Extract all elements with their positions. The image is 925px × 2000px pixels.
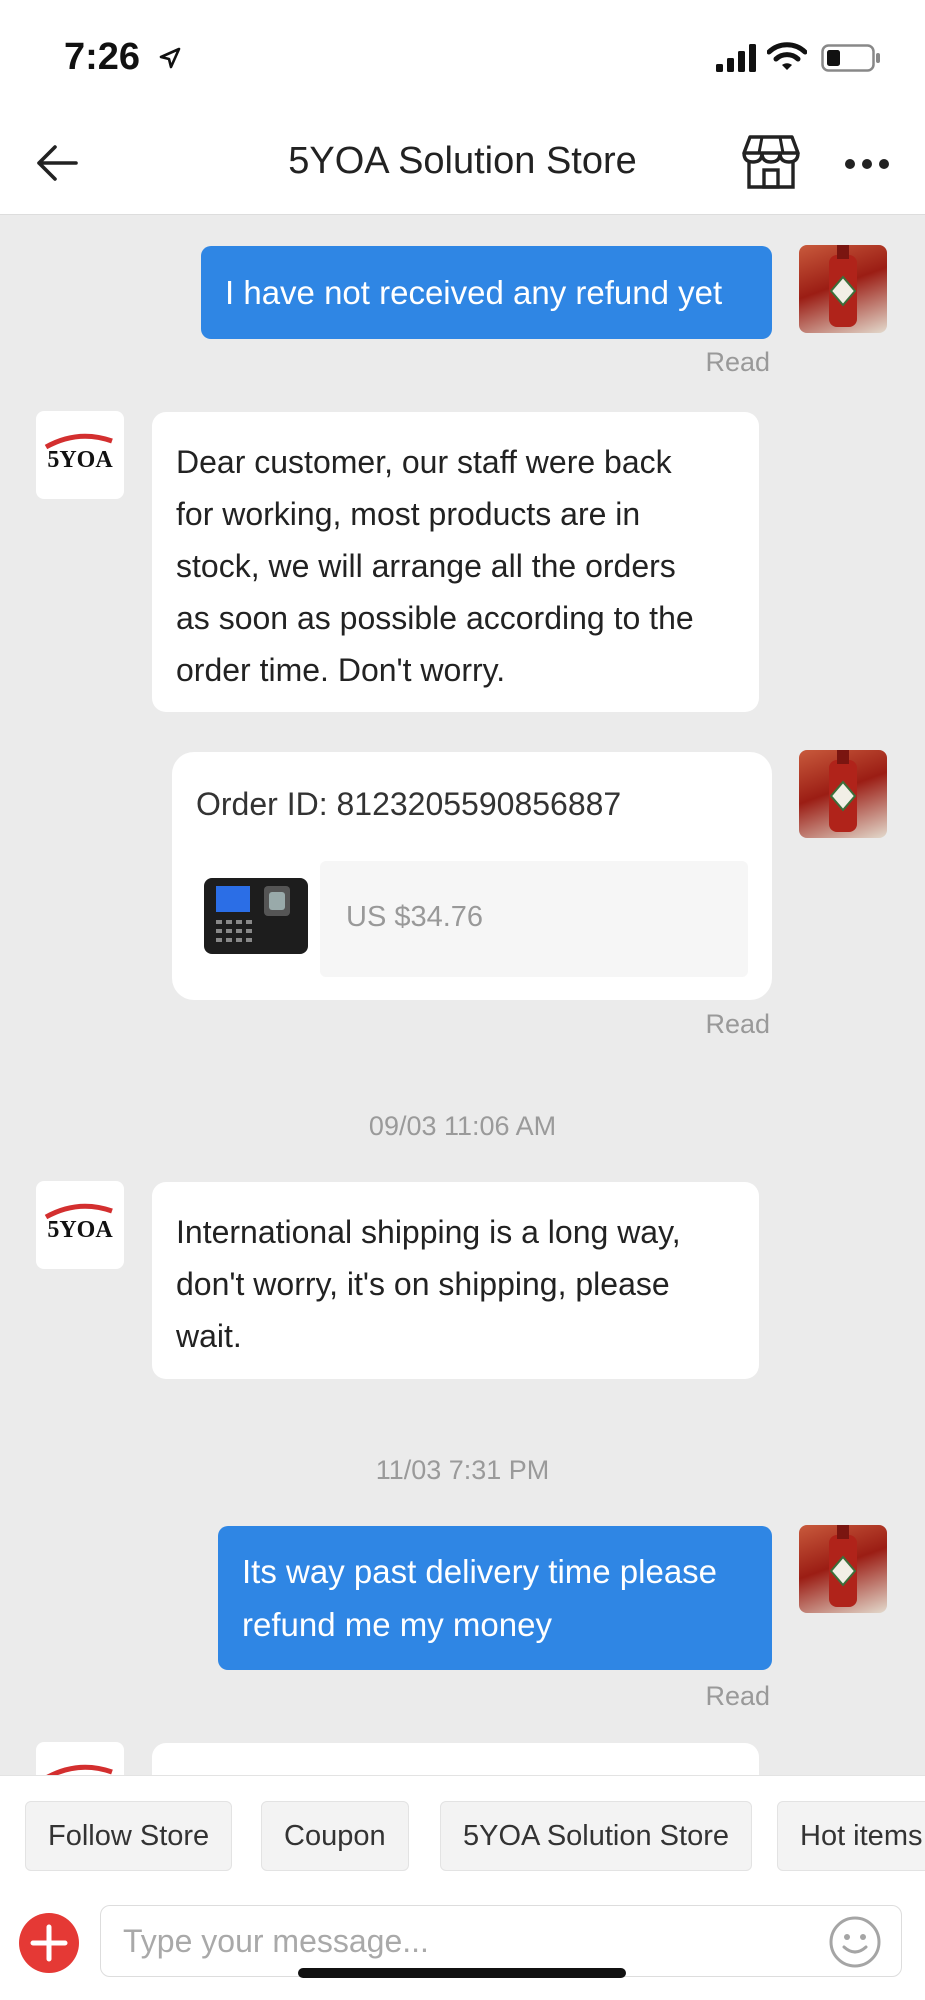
status-time: 7:26 xyxy=(64,36,141,78)
store-name-button[interactable]: 5YOA Solution Store xyxy=(440,1801,752,1871)
fingerprint-device-image xyxy=(204,878,308,954)
hot-items-button[interactable]: Hot items xyxy=(777,1801,925,1871)
message-line: stock, we will arrange all the orders xyxy=(176,548,676,584)
message-bubble-outgoing[interactable]: I have not received any refund yet xyxy=(201,246,772,339)
store-avatar[interactable]: 5YOA xyxy=(36,1181,124,1269)
order-price-box: US $34.76 xyxy=(320,861,748,977)
message-bubble-incoming[interactable] xyxy=(152,1743,759,1775)
store-logo: 5YOA xyxy=(44,433,113,473)
message-bubble-outgoing[interactable]: Its way past delivery time please refund… xyxy=(218,1526,772,1670)
store-logo xyxy=(46,1764,113,1775)
signal-icon xyxy=(716,44,756,72)
store-avatar[interactable]: 5YOA xyxy=(36,411,124,499)
store-icon[interactable] xyxy=(742,134,800,190)
message-line: order time. Don't worry. xyxy=(176,652,506,688)
home-indicator xyxy=(298,1968,626,1978)
sauce-bottle-image xyxy=(829,245,857,327)
read-receipt: Read xyxy=(705,1681,770,1711)
read-receipt: Read xyxy=(705,1009,770,1039)
message-input[interactable] xyxy=(100,1905,902,1977)
product-thumbnail[interactable] xyxy=(200,872,312,960)
timestamp: 09/03 11:06 AM xyxy=(368,1111,557,1141)
follow-store-button[interactable]: Follow Store xyxy=(25,1801,233,1871)
chat-header: 5YOA Solution Store xyxy=(0,110,925,215)
user-avatar[interactable] xyxy=(799,245,887,333)
svg-text:5YOA: 5YOA xyxy=(47,447,113,473)
chat-messages[interactable]: I have not received any refund yet Read … xyxy=(0,215,925,1775)
message-line: Its way past delivery time please xyxy=(242,1553,718,1590)
location-arrow-icon xyxy=(159,47,181,69)
message-line: Dear customer, our staff were back xyxy=(176,444,672,480)
store-avatar[interactable] xyxy=(36,1742,124,1775)
message-line: for working, most products are in xyxy=(176,496,641,532)
read-receipt: Read xyxy=(705,347,770,377)
message-bubble-incoming[interactable]: Dear customer, our staff were back for w… xyxy=(152,412,759,712)
store-logo: 5YOA xyxy=(44,1203,113,1243)
coupon-button[interactable]: Coupon xyxy=(261,1801,409,1871)
message-line: refund me my money xyxy=(242,1606,552,1643)
battery-icon xyxy=(821,44,880,72)
message-bubble-incoming[interactable]: International shipping is a long way, do… xyxy=(152,1182,759,1379)
user-avatar[interactable] xyxy=(799,1525,887,1613)
sauce-bottle-image xyxy=(829,1525,857,1607)
status-bar: 7:26 xyxy=(0,0,925,110)
message-line: as soon as possible according to the xyxy=(176,600,694,636)
wifi-icon xyxy=(767,42,807,70)
message-text: I have not received any refund yet xyxy=(225,274,723,311)
emoji-icon[interactable] xyxy=(828,1915,882,1969)
order-price: US $34.76 xyxy=(346,901,484,933)
message-composer xyxy=(0,1890,925,2000)
message-line: wait. xyxy=(176,1318,242,1354)
quick-actions-bar: Follow Store Coupon 5YOA Solution Store … xyxy=(0,1775,925,1891)
user-avatar[interactable] xyxy=(799,750,887,838)
sauce-bottle-image xyxy=(829,750,857,832)
message-line: don't worry, it's on shipping, please xyxy=(176,1266,670,1302)
order-card[interactable]: Order ID: 8123205590856887 US $34.76 xyxy=(172,752,772,1000)
timestamp: 11/03 7:31 PM xyxy=(375,1455,550,1485)
message-line: International shipping is a long way, xyxy=(176,1214,681,1250)
more-options-icon[interactable] xyxy=(844,158,890,170)
order-id-label: Order ID: 8123205590856887 xyxy=(196,786,622,822)
svg-text:5YOA: 5YOA xyxy=(47,1217,113,1243)
add-icon[interactable] xyxy=(18,1912,80,1974)
